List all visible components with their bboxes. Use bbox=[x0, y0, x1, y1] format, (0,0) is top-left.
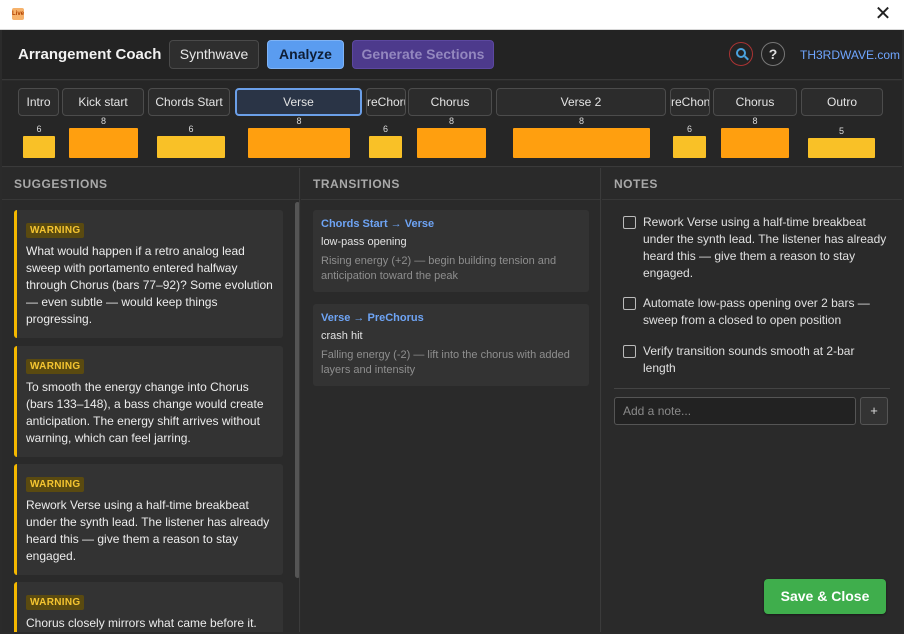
add-note-button[interactable]: + bbox=[860, 397, 888, 425]
analyze-button[interactable]: Analyze bbox=[267, 40, 344, 69]
notes-divider bbox=[614, 388, 890, 389]
transition-description: Falling energy (-2) — lift into the chor… bbox=[321, 349, 570, 376]
section-bar-count: 8 bbox=[578, 116, 584, 126]
note-item: Verify transition sounds smooth at 2-bar… bbox=[623, 343, 889, 377]
transition-description: Rising energy (+2) — begin building tens… bbox=[321, 255, 557, 282]
transitions-heading: TRANSITIONS bbox=[301, 168, 600, 200]
section-energy-bar[interactable] bbox=[417, 128, 486, 158]
app-header: Arrangement Coach Synthwave Analyze Gene… bbox=[2, 30, 902, 80]
section-tab[interactable]: Verse bbox=[235, 88, 362, 116]
generate-sections-button[interactable]: Generate Sections bbox=[352, 40, 494, 69]
transition-title: Chords Start → Verse bbox=[321, 218, 435, 230]
suggestion-card: WARNING What would happen if a retro ana… bbox=[14, 210, 283, 338]
close-icon[interactable]: ✕ bbox=[872, 4, 894, 26]
search-icon[interactable] bbox=[729, 42, 753, 66]
section-tab[interactable]: Chorus bbox=[408, 88, 492, 116]
section-energy-bar[interactable] bbox=[513, 128, 650, 158]
section-bar-count: 8 bbox=[752, 116, 758, 126]
suggestions-panel: SUGGESTIONS WARNING What would happen if… bbox=[2, 168, 300, 632]
note-item: Rework Verse using a half-time breakbeat… bbox=[623, 214, 889, 282]
search-handle bbox=[744, 55, 749, 61]
add-note-input[interactable] bbox=[614, 397, 856, 425]
suggestion-card: WARNING Rework Verse using a half-time b… bbox=[14, 464, 283, 575]
section-bar-count: 8 bbox=[448, 116, 454, 126]
section-tab[interactable]: Outro bbox=[801, 88, 883, 116]
app-logo-icon: Live bbox=[12, 8, 24, 20]
warning-badge: WARNING bbox=[26, 223, 85, 238]
help-icon[interactable]: ? bbox=[761, 42, 785, 66]
window-titlebar: Live ✕ bbox=[0, 0, 904, 30]
warning-badge: WARNING bbox=[26, 359, 85, 374]
transition-title: Verse → PreChorus bbox=[321, 312, 424, 324]
section-energy-bar[interactable] bbox=[369, 136, 402, 158]
section-energy-bar[interactable] bbox=[721, 128, 789, 158]
transition-card: Chords Start → Verse low-pass opening Ri… bbox=[313, 210, 589, 292]
section-energy-bar[interactable] bbox=[808, 138, 875, 158]
note-text: Automate low-pass opening over 2 bars — … bbox=[643, 296, 870, 327]
notes-heading: NOTES bbox=[602, 168, 902, 200]
suggestion-text: Chorus closely mirrors what came before … bbox=[26, 616, 257, 630]
site-link[interactable]: TH3RDWAVE.com bbox=[800, 48, 900, 62]
suggestion-text: Rework Verse using a half-time breakbeat… bbox=[26, 498, 270, 563]
suggestion-text: To smooth the energy change into Chorus … bbox=[26, 380, 264, 445]
warning-badge: WARNING bbox=[26, 477, 85, 492]
note-checkbox[interactable] bbox=[623, 297, 636, 310]
page-title: Arrangement Coach bbox=[18, 46, 162, 63]
note-item: Automate low-pass opening over 2 bars — … bbox=[623, 295, 889, 329]
suggestions-scrollbar[interactable] bbox=[295, 202, 299, 578]
section-tab[interactable]: Verse 2 bbox=[496, 88, 666, 116]
note-text: Verify transition sounds smooth at 2-bar… bbox=[643, 344, 855, 375]
transition-effect: crash hit bbox=[321, 330, 363, 342]
section-tab[interactable]: Intro bbox=[18, 88, 59, 116]
section-tab[interactable]: reChon bbox=[670, 88, 710, 116]
section-bar-count: 6 bbox=[36, 124, 42, 134]
section-bar-count: 6 bbox=[382, 124, 388, 134]
section-tab[interactable]: reChoru bbox=[366, 88, 406, 116]
suggestions-heading: SUGGESTIONS bbox=[2, 168, 299, 200]
suggestion-text: What would happen if a retro analog lead… bbox=[26, 244, 273, 326]
suggestion-card: WARNING Chorus closely mirrors what came… bbox=[14, 582, 283, 632]
section-timeline: Intro 6 Kick start 8 Chords Start 6 Verse 8 reCh… bbox=[2, 81, 902, 167]
section-energy-bar[interactable] bbox=[248, 128, 350, 158]
notes-panel: NOTES Rework Verse using a half-time bre… bbox=[602, 168, 902, 632]
transition-effect: low-pass opening bbox=[321, 236, 407, 248]
save-close-button[interactable]: Save & Close bbox=[764, 579, 886, 614]
section-tab[interactable]: Chords Start bbox=[148, 88, 230, 116]
section-energy-bar[interactable] bbox=[69, 128, 138, 158]
transition-card: Verse → PreChorus crash hit Falling ener… bbox=[313, 304, 589, 386]
suggestion-card: WARNING To smooth the energy change into… bbox=[14, 346, 283, 457]
note-checkbox[interactable] bbox=[623, 345, 636, 358]
section-bar-count: 5 bbox=[838, 126, 844, 136]
section-bar-count: 6 bbox=[188, 124, 194, 134]
note-text: Rework Verse using a half-time breakbeat… bbox=[643, 215, 887, 280]
warning-badge: WARNING bbox=[26, 595, 85, 610]
section-tab[interactable]: Kick start bbox=[62, 88, 144, 116]
section-bar-count: 6 bbox=[686, 124, 692, 134]
section-bar-count: 8 bbox=[100, 116, 106, 126]
section-tab[interactable]: Chorus bbox=[713, 88, 797, 116]
transitions-panel: TRANSITIONS Chords Start → Verse low-pas… bbox=[301, 168, 601, 632]
section-energy-bar[interactable] bbox=[157, 136, 225, 158]
section-bar-count: 8 bbox=[296, 116, 302, 126]
note-checkbox[interactable] bbox=[623, 216, 636, 229]
genre-select-button[interactable]: Synthwave bbox=[169, 40, 259, 69]
section-energy-bar[interactable] bbox=[673, 136, 706, 158]
section-energy-bar[interactable] bbox=[23, 136, 55, 158]
